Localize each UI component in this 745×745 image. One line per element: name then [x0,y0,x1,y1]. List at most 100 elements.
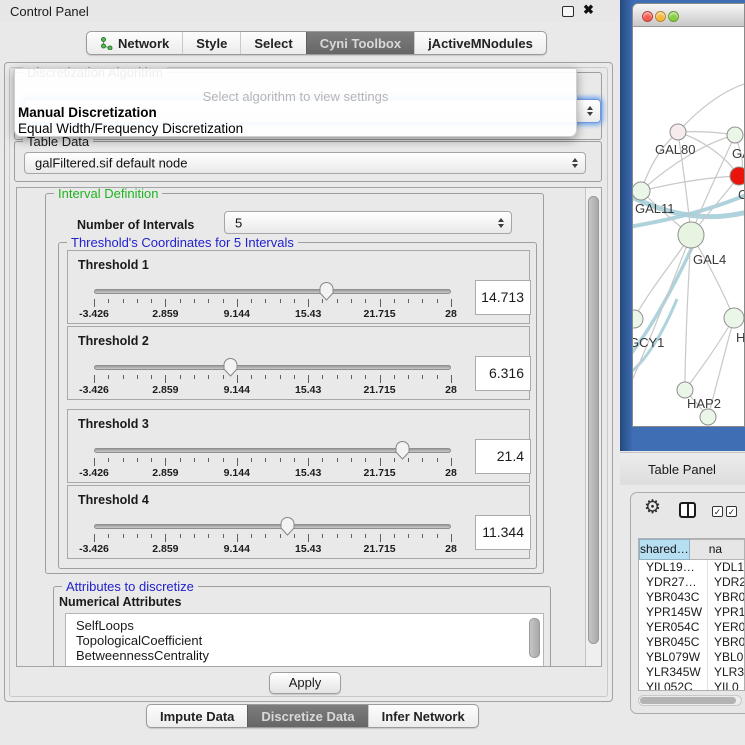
tab-select[interactable]: Select [240,32,305,54]
tick-mark [294,534,295,538]
dropdown-option-equal-width[interactable]: Equal Width/Frequency Discretization [18,121,243,136]
close-traffic-light-icon[interactable] [642,11,653,22]
network-node-gal11[interactable] [633,182,650,200]
tab-discretize-data[interactable]: Discretize Data [247,705,367,727]
table-row[interactable]: YPR145WYPR1 [639,605,744,620]
cell-name[interactable]: YBR0 [708,635,744,650]
network-node-h[interactable] [724,308,744,328]
network-graph-canvas[interactable]: GAL80GACGAL11GAL4GCY1HHAP2 [633,27,745,427]
threshold-value-field[interactable]: 14.713 [475,280,531,315]
threshold-slider[interactable]: -3.4262.8599.14415.4321.71528 [94,410,451,484]
table-data-combobox[interactable]: galFiltered.sif default node [24,152,586,174]
table-row[interactable]: YBR045CYBR0 [639,635,744,650]
tab-infer-network[interactable]: Infer Network [368,705,478,727]
network-node-gcy1[interactable] [633,310,643,328]
table-row[interactable]: YDR27…YDR2 [639,575,744,590]
slider-thumb[interactable] [319,281,334,301]
checkbox-icon[interactable]: ✓ [726,506,737,517]
table-row[interactable]: YLR345WYLR3 [639,665,744,680]
cell-name[interactable]: YPR1 [708,605,744,620]
cell-shared-name[interactable]: YBR045C [639,635,708,650]
list-scrollbar[interactable] [529,618,540,658]
column-header-shared-name[interactable]: shared… [639,539,690,560]
tick-mark [380,299,381,307]
numerical-attributes-list[interactable]: SelfLoopsTopologicalCoefficientBetweenne… [65,613,544,667]
threshold-slider[interactable]: -3.4262.8599.14415.4321.71528 [94,251,451,325]
cell-name[interactable]: YIL0 [708,680,744,691]
checkbox-icon[interactable]: ✓ [712,506,723,517]
threshold-value-field[interactable]: 6.316 [475,356,531,391]
cell-shared-name[interactable]: YBR043C [639,590,708,605]
network-edge[interactable] [685,318,734,390]
slider-thumb[interactable] [395,440,410,460]
tick-mark [251,299,252,303]
gear-icon[interactable]: ⚙ [644,498,661,517]
cell-name[interactable]: YER0 [708,620,744,635]
minimize-traffic-light-icon[interactable] [655,11,666,22]
tick-mark [451,375,452,383]
vertical-scrollbar[interactable] [585,188,601,666]
table-row[interactable]: YIL052CYIL0 [639,680,744,691]
apply-button[interactable]: Apply [269,672,341,694]
column-header-name[interactable]: na [690,539,745,560]
slider-track[interactable] [94,524,451,529]
horizontal-scrollbar[interactable] [638,695,742,706]
table-row[interactable]: YBR043CYBR0 [639,590,744,605]
cell-name[interactable]: YBL0 [708,650,744,665]
cell-shared-name[interactable]: YDL19… [639,560,708,575]
attribute-item[interactable]: BetweennessCentrality [66,648,543,663]
slider-track[interactable] [94,365,451,370]
tick-mark [223,299,224,303]
network-view-window[interactable]: GAL80GACGAL11GAL4GCY1HHAP2 [632,3,745,427]
attribute-item[interactable]: TopologicalCoefficient [66,633,543,648]
network-node-ga[interactable] [727,127,743,143]
network-edge[interactable] [678,81,745,132]
network-edge[interactable] [641,132,678,191]
tab-cyni-toolbox[interactable]: Cyni Toolbox [306,32,414,54]
table-row[interactable]: YDL19…YDL1 [639,560,744,575]
cell-name[interactable]: YDL1 [708,560,744,575]
threshold-value-field[interactable]: 21.4 [475,439,531,474]
number-of-intervals-combobox[interactable]: 5 [224,211,512,234]
network-node-c[interactable] [730,167,745,185]
cell-shared-name[interactable]: YDR27… [639,575,708,590]
cell-shared-name[interactable]: YER054C [639,620,708,635]
cell-shared-name[interactable]: YIL052C [639,680,708,691]
slider-thumb[interactable] [280,516,295,536]
tick-mark [265,534,266,538]
network-node-gal4[interactable] [678,222,704,248]
close-icon[interactable]: ✖ [583,2,594,18]
tab-jactivemnodules[interactable]: jActiveMNodules [414,32,546,54]
cell-shared-name[interactable]: YLR345W [639,665,708,680]
threshold-value-field[interactable]: 11.344 [475,515,531,550]
horizontal-scrollbar-thumb[interactable] [640,697,736,704]
cell-shared-name[interactable]: YPR145W [639,605,708,620]
threshold-slider[interactable]: -3.4262.8599.14415.4321.71528 [94,486,451,560]
network-edge[interactable] [633,235,691,389]
cell-name[interactable]: YDR2 [708,575,744,590]
vertical-scrollbar-thumb[interactable] [588,196,599,644]
cell-name[interactable]: YLR3 [708,665,744,680]
slider-thumb[interactable] [223,357,238,377]
split-columns-icon[interactable] [679,502,696,518]
node-attribute-table[interactable]: shared… na YDL19…YDL1YDR27…YDR2YBR043CYB… [638,538,745,691]
tab-impute-data[interactable]: Impute Data [147,705,247,727]
cell-name[interactable]: YBR0 [708,590,744,605]
table-row[interactable]: YER054CYER0 [639,620,744,635]
network-node[interactable] [700,409,716,425]
dropdown-option-manual[interactable]: Manual Discretization [18,105,157,120]
threshold-slider[interactable]: -3.4262.8599.14415.4321.71528 [94,327,451,401]
attribute-item[interactable]: SelfLoops [66,614,543,633]
number-of-intervals-label: Number of Intervals [77,218,194,232]
zoom-traffic-light-icon[interactable] [668,11,679,22]
float-window-icon[interactable] [562,6,574,17]
table-row[interactable]: YBL079WYBL0 [639,650,744,665]
bottom-tab-strip: Impute DataDiscretize DataInfer Network [146,704,479,728]
slider-track[interactable] [94,289,451,294]
network-node-gal80[interactable] [670,124,686,140]
tab-style[interactable]: Style [182,32,240,54]
cell-shared-name[interactable]: YBL079W [639,650,708,665]
network-window-titlebar[interactable] [633,4,744,27]
network-edge[interactable] [691,235,734,318]
tab-network[interactable]: Network [87,32,182,54]
